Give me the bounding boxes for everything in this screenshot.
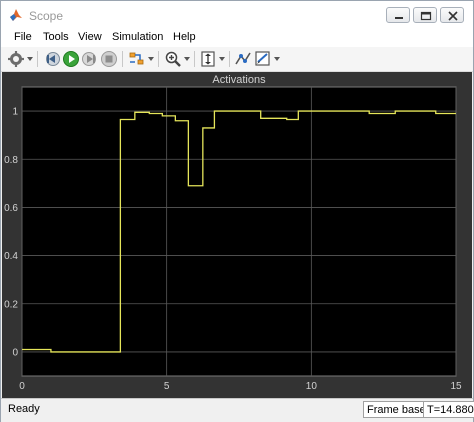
y-tick-label: 0.8 [4,155,18,166]
highlight-dropdown-arrow-icon[interactable] [148,57,154,61]
toolbar-separator [229,51,230,67]
step-back-icon[interactable] [43,50,61,68]
close-icon [448,11,458,21]
stop-icon[interactable] [100,50,118,68]
time-indicator: T=14.880 [423,401,474,418]
menu-help[interactable]: Help [173,31,196,43]
step-forward-icon[interactable] [81,50,99,68]
measurements-icon[interactable] [254,50,272,68]
autoscale-icon[interactable] [199,50,217,68]
restore-icon [420,11,432,21]
activations-plot[interactable]: Activations 0 0.2 0.4 0.6 0.8 1 0 5 10 15 [2,72,472,398]
close-button[interactable] [440,7,464,23]
zoom-dropdown-arrow-icon[interactable] [184,57,190,61]
restore-button[interactable] [413,7,437,23]
run-icon[interactable] [62,50,80,68]
y-tick-label: 0.4 [4,251,18,262]
measurements-dropdown-arrow-icon[interactable] [274,57,280,61]
matlab-logo-icon [10,9,22,21]
title-bar[interactable]: Scope [1,1,473,29]
highlight-icon[interactable] [128,50,146,68]
x-tick-label: 5 [164,381,170,392]
y-tick-label: 0 [12,347,18,358]
zoom-in-icon[interactable] [164,50,182,68]
scope-window: Scope File Tools View Simulation Help Ac… [0,0,474,422]
menu-view[interactable]: View [78,31,102,43]
y-tick-label: 0.6 [4,203,18,214]
minimize-button[interactable] [386,7,410,23]
settings-dropdown-arrow-icon[interactable] [27,57,33,61]
menu-bar: File Tools View Simulation Help [1,29,473,47]
menu-simulation[interactable]: Simulation [112,31,163,43]
plot-area[interactable] [21,86,457,377]
toolbar-separator [158,51,159,67]
toolbar [1,47,473,72]
x-tick-label: 0 [19,381,25,392]
settings-icon[interactable] [7,50,25,68]
x-tick-label: 10 [306,381,318,392]
window-title: Scope [29,9,64,23]
plot-title: Activations [212,74,266,86]
toolbar-separator [194,51,195,67]
autoscale-dropdown-arrow-icon[interactable] [219,57,225,61]
minimize-icon [395,17,403,19]
toolbar-separator [122,51,123,67]
x-tick-label: 15 [450,381,462,392]
menu-tools[interactable]: Tools [43,31,69,43]
signal-selector-icon[interactable] [234,50,252,68]
status-text: Ready [8,403,40,415]
x-axis-ticks: 0 5 10 15 [19,381,462,392]
y-tick-label: 0.2 [4,299,18,310]
status-bar: Ready Frame based T=14.880 [1,398,474,422]
y-tick-label: 1 [12,107,18,118]
scope-figure: Activations 0 0.2 0.4 0.6 0.8 1 0 5 10 15 [2,72,472,398]
toolbar-separator [37,51,38,67]
menu-file[interactable]: File [14,31,32,43]
y-axis-ticks: 0 0.2 0.4 0.6 0.8 1 [4,107,18,359]
